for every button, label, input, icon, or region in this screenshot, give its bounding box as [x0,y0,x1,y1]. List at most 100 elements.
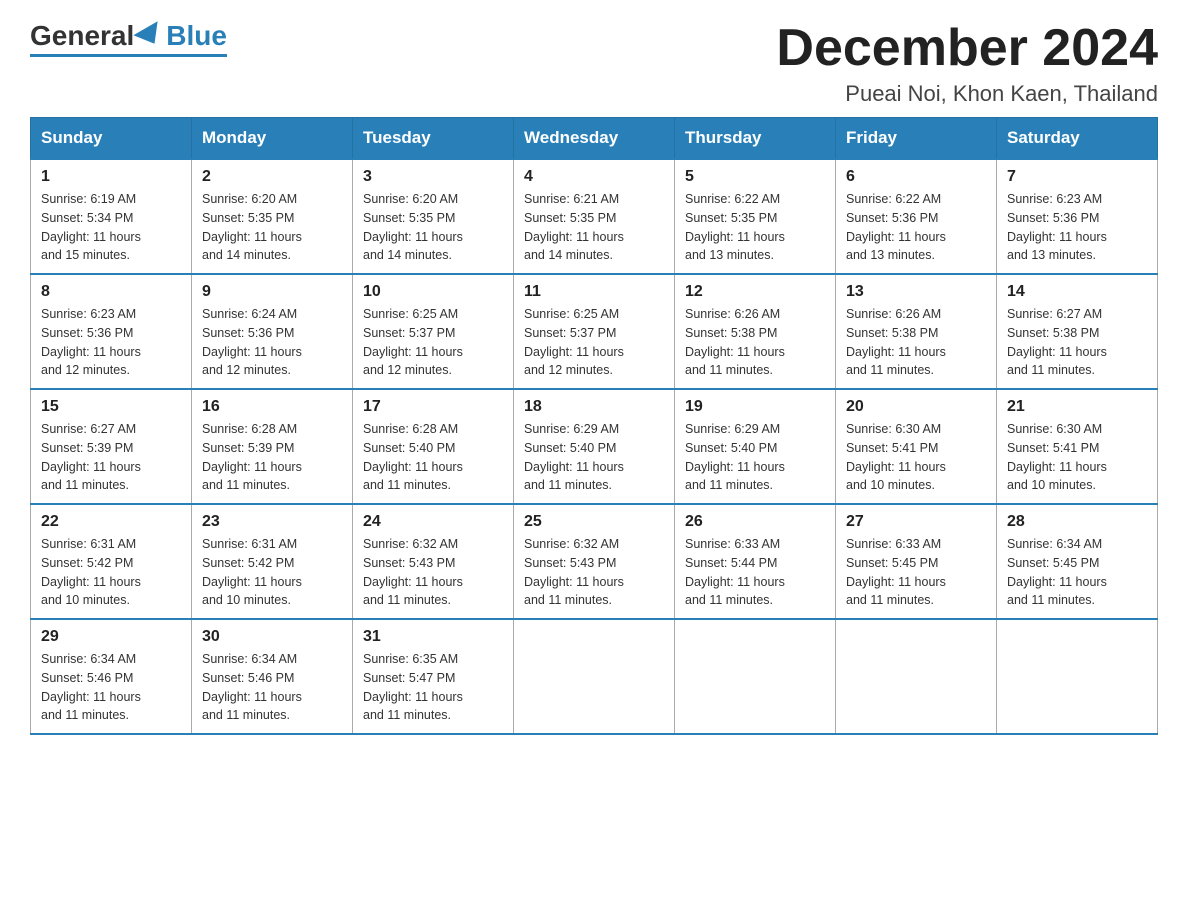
calendar-cell: 12 Sunrise: 6:26 AM Sunset: 5:38 PM Dayli… [675,274,836,389]
calendar-week-row: 15Sunrise: 6:27 AM Sunset: 5:39 PM Dayli… [31,389,1158,504]
calendar-cell [675,619,836,734]
logo-underline [30,54,227,57]
day-info: Sunrise: 6:35 AM Sunset: 5:47 PM Dayligh… [363,650,503,725]
calendar-week-row: 8 Sunrise: 6:23 AM Sunset: 5:36 PM Daylig… [31,274,1158,389]
day-info: Sunrise: 6:34 AM Sunset: 5:46 PM Dayligh… [41,650,181,725]
day-info: Sunrise: 6:34 AM Sunset: 5:45 PM Dayligh… [1007,535,1147,610]
day-number: 5 [685,168,825,186]
day-number: 27 [846,513,986,531]
day-info: Sunrise: 6:31 AM Sunset: 5:42 PM Dayligh… [202,535,342,610]
day-number: 7 [1007,168,1147,186]
day-info: Sunrise: 6:23 AM Sunset: 5:36 PM Dayligh… [41,305,181,380]
day-number: 31 [363,628,503,646]
calendar-week-row: 22 Sunrise: 6:31 AM Sunset: 5:42 PM Dayli… [31,504,1158,619]
day-info: Sunrise: 6:19 AM Sunset: 5:34 PM Dayligh… [41,190,181,265]
calendar-cell: 14 Sunrise: 6:27 AM Sunset: 5:38 PM Dayli… [997,274,1158,389]
calendar-cell: 25 Sunrise: 6:32 AM Sunset: 5:43 PM Dayli… [514,504,675,619]
day-info: Sunrise: 6:30 AM Sunset: 5:41 PM Dayligh… [846,420,986,495]
day-info: Sunrise: 6:33 AM Sunset: 5:45 PM Dayligh… [846,535,986,610]
day-number: 9 [202,283,342,301]
day-info: Sunrise: 6:31 AM Sunset: 5:42 PM Dayligh… [41,535,181,610]
day-info: Sunrise: 6:28 AM Sunset: 5:40 PM Dayligh… [363,420,503,495]
calendar-cell: 10 Sunrise: 6:25 AM Sunset: 5:37 PM Dayli… [353,274,514,389]
day-info: Sunrise: 6:20 AM Sunset: 5:35 PM Dayligh… [363,190,503,265]
day-number: 10 [363,283,503,301]
calendar-week-row: 1 Sunrise: 6:19 AM Sunset: 5:34 PM Daylig… [31,159,1158,274]
calendar-cell: 3 Sunrise: 6:20 AM Sunset: 5:35 PM Daylig… [353,159,514,274]
weekday-header-thursday: Thursday [675,118,836,160]
day-info: Sunrise: 6:23 AM Sunset: 5:36 PM Dayligh… [1007,190,1147,265]
day-number: 11 [524,283,664,301]
day-number: 25 [524,513,664,531]
calendar-cell: 20 Sunrise: 6:30 AM Sunset: 5:41 PM Dayli… [836,389,997,504]
day-number: 2 [202,168,342,186]
calendar-cell: 18 Sunrise: 6:29 AM Sunset: 5:40 PM Dayli… [514,389,675,504]
calendar-cell: 23Sunrise: 6:31 AM Sunset: 5:42 PM Dayli… [192,504,353,619]
day-info: Sunrise: 6:26 AM Sunset: 5:38 PM Dayligh… [685,305,825,380]
day-info: Sunrise: 6:32 AM Sunset: 5:43 PM Dayligh… [524,535,664,610]
day-info: Sunrise: 6:27 AM Sunset: 5:39 PM Dayligh… [41,420,181,495]
weekday-header-wednesday: Wednesday [514,118,675,160]
day-number: 6 [846,168,986,186]
calendar-cell: 4Sunrise: 6:21 AM Sunset: 5:35 PM Daylig… [514,159,675,274]
calendar-cell: 15Sunrise: 6:27 AM Sunset: 5:39 PM Dayli… [31,389,192,504]
calendar-cell: 8 Sunrise: 6:23 AM Sunset: 5:36 PM Daylig… [31,274,192,389]
day-number: 19 [685,398,825,416]
calendar-body: 1 Sunrise: 6:19 AM Sunset: 5:34 PM Daylig… [31,159,1158,734]
day-number: 1 [41,168,181,186]
weekday-header-sunday: Sunday [31,118,192,160]
day-number: 18 [524,398,664,416]
calendar-cell [836,619,997,734]
day-info: Sunrise: 6:29 AM Sunset: 5:40 PM Dayligh… [524,420,664,495]
calendar-cell: 22 Sunrise: 6:31 AM Sunset: 5:42 PM Dayli… [31,504,192,619]
title-block: December 2024 Pueai Noi, Khon Kaen, Thai… [776,20,1158,107]
day-number: 26 [685,513,825,531]
calendar-cell: 26 Sunrise: 6:33 AM Sunset: 5:44 PM Dayli… [675,504,836,619]
day-info: Sunrise: 6:34 AM Sunset: 5:46 PM Dayligh… [202,650,342,725]
calendar-cell: 17 Sunrise: 6:28 AM Sunset: 5:40 PM Dayli… [353,389,514,504]
day-number: 12 [685,283,825,301]
calendar-cell: 24Sunrise: 6:32 AM Sunset: 5:43 PM Dayli… [353,504,514,619]
day-info: Sunrise: 6:24 AM Sunset: 5:36 PM Dayligh… [202,305,342,380]
day-number: 22 [41,513,181,531]
day-info: Sunrise: 6:26 AM Sunset: 5:38 PM Dayligh… [846,305,986,380]
calendar-cell: 1 Sunrise: 6:19 AM Sunset: 5:34 PM Daylig… [31,159,192,274]
day-info: Sunrise: 6:25 AM Sunset: 5:37 PM Dayligh… [524,305,664,380]
day-number: 3 [363,168,503,186]
calendar-cell: 11 Sunrise: 6:25 AM Sunset: 5:37 PM Dayli… [514,274,675,389]
day-number: 16 [202,398,342,416]
calendar-cell: 30 Sunrise: 6:34 AM Sunset: 5:46 PM Dayli… [192,619,353,734]
day-info: Sunrise: 6:27 AM Sunset: 5:38 PM Dayligh… [1007,305,1147,380]
calendar-cell [514,619,675,734]
day-number: 29 [41,628,181,646]
logo-arrow-icon [134,21,167,51]
day-number: 8 [41,283,181,301]
logo: General Blue [30,20,227,57]
day-number: 21 [1007,398,1147,416]
calendar-table: SundayMondayTuesdayWednesdayThursdayFrid… [30,117,1158,735]
weekday-header-monday: Monday [192,118,353,160]
day-number: 30 [202,628,342,646]
day-number: 4 [524,168,664,186]
day-info: Sunrise: 6:22 AM Sunset: 5:35 PM Dayligh… [685,190,825,265]
logo-general-text: General [30,20,134,52]
calendar-cell: 9 Sunrise: 6:24 AM Sunset: 5:36 PM Daylig… [192,274,353,389]
calendar-cell: 31 Sunrise: 6:35 AM Sunset: 5:47 PM Dayli… [353,619,514,734]
calendar-cell: 28Sunrise: 6:34 AM Sunset: 5:45 PM Dayli… [997,504,1158,619]
calendar-cell: 7 Sunrise: 6:23 AM Sunset: 5:36 PM Daylig… [997,159,1158,274]
calendar-cell: 29 Sunrise: 6:34 AM Sunset: 5:46 PM Dayli… [31,619,192,734]
calendar-cell: 5 Sunrise: 6:22 AM Sunset: 5:35 PM Daylig… [675,159,836,274]
day-number: 17 [363,398,503,416]
calendar-cell: 2Sunrise: 6:20 AM Sunset: 5:35 PM Daylig… [192,159,353,274]
calendar-cell: 21Sunrise: 6:30 AM Sunset: 5:41 PM Dayli… [997,389,1158,504]
calendar-cell [997,619,1158,734]
page-header: General Blue December 2024 Pueai Noi, Kh… [30,20,1158,107]
calendar-cell: 27 Sunrise: 6:33 AM Sunset: 5:45 PM Dayli… [836,504,997,619]
day-info: Sunrise: 6:22 AM Sunset: 5:36 PM Dayligh… [846,190,986,265]
day-info: Sunrise: 6:33 AM Sunset: 5:44 PM Dayligh… [685,535,825,610]
weekday-header-friday: Friday [836,118,997,160]
calendar-cell: 13Sunrise: 6:26 AM Sunset: 5:38 PM Dayli… [836,274,997,389]
day-info: Sunrise: 6:25 AM Sunset: 5:37 PM Dayligh… [363,305,503,380]
day-number: 14 [1007,283,1147,301]
day-number: 20 [846,398,986,416]
